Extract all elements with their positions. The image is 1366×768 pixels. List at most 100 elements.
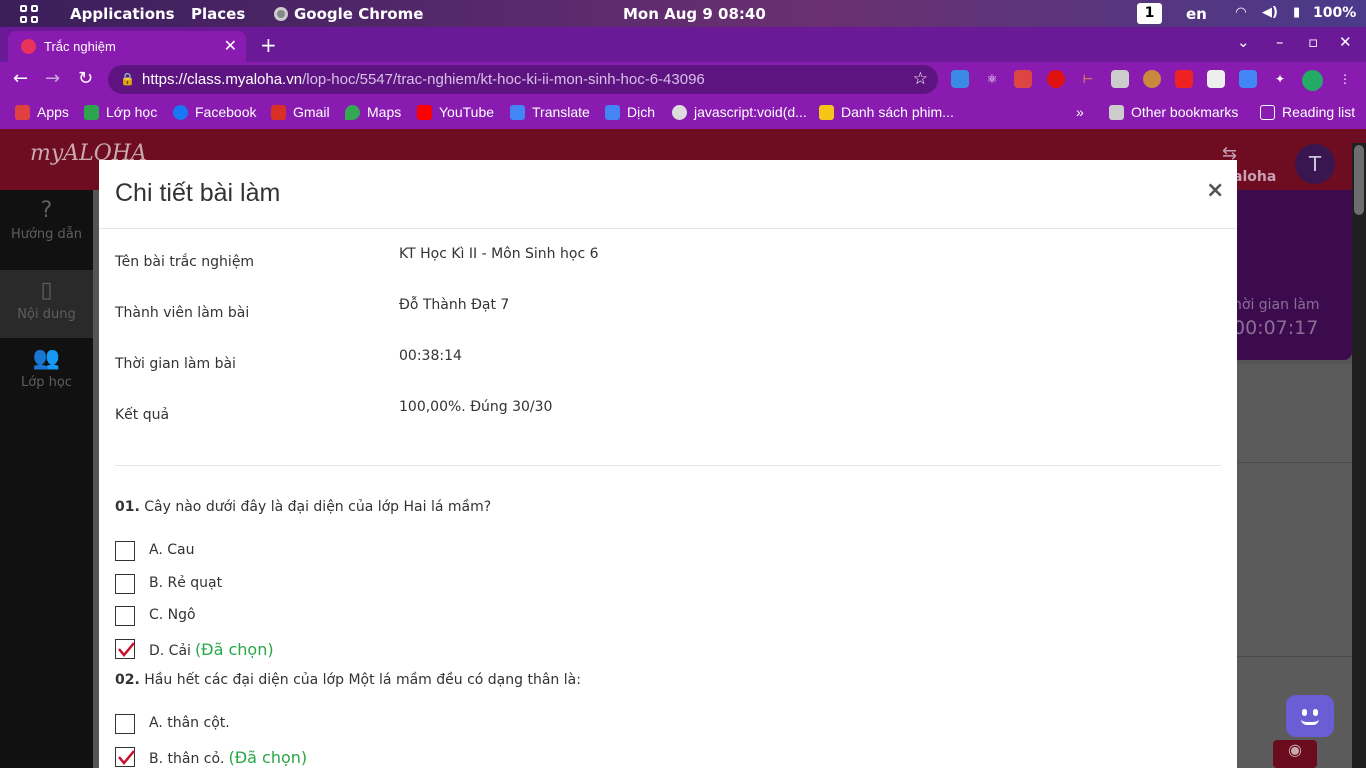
close-icon[interactable]: × (1206, 178, 1224, 203)
question-number: 02. (115, 672, 140, 688)
checkbox-checked[interactable] (115, 747, 135, 767)
bookmarks-overflow-icon[interactable]: » (1076, 104, 1084, 120)
maximize-button[interactable]: ▫ (1308, 33, 1318, 51)
bookmark-youtube[interactable]: YouTube (417, 104, 494, 120)
extension-1-icon[interactable] (951, 70, 969, 88)
battery-icon[interactable]: ▮ (1293, 5, 1300, 20)
extension-5-icon[interactable]: ⊢ (1079, 70, 1097, 88)
question-text: Cây nào dưới đây là đại diện của lớp Hai… (144, 499, 492, 515)
question-number: 01. (115, 499, 140, 515)
bookmark-star-icon[interactable]: ☆ (913, 69, 928, 89)
reading-list[interactable]: Reading list (1260, 104, 1355, 120)
checkbox[interactable] (115, 574, 135, 594)
extension-8-icon[interactable] (1175, 70, 1193, 88)
wifi-icon[interactable]: ◠ (1236, 5, 1246, 20)
minimize-button[interactable]: – (1276, 33, 1284, 51)
bookmark-gmail[interactable]: Gmail (271, 104, 330, 120)
bookmark-label: Danh sách phim... (841, 104, 954, 120)
other-bookmarks-label: Other bookmarks (1131, 104, 1239, 120)
address-bar[interactable]: 🔒 https://class.myaloha.vn/lop-hoc/5547/… (108, 65, 938, 94)
view-eye-button[interactable]: ◉ (1273, 740, 1317, 768)
bookmark-lop-hoc[interactable]: Lớp học (84, 104, 157, 120)
checkbox[interactable] (115, 606, 135, 626)
bookmark-apps[interactable]: Apps (15, 104, 69, 120)
nav-huong-dan[interactable]: ? Hướng dẫn (0, 190, 93, 258)
modal-header: Chi tiết bài làm × (99, 160, 1237, 229)
checkbox[interactable] (115, 714, 135, 734)
page-scrollbar[interactable] (1352, 143, 1366, 768)
option-text-wrap: B. thân cỏ. (Đã chọn) (149, 748, 307, 767)
tab-search-icon[interactable]: ⌄ (1237, 33, 1250, 51)
scrollbar-thumb[interactable] (1354, 145, 1364, 215)
classroom-icon (84, 105, 99, 120)
translate-icon (510, 105, 525, 120)
info-value-member: Đỗ Thành Đạt 7 (399, 297, 510, 313)
workspace-indicator[interactable]: 1 (1137, 3, 1162, 24)
bookmark-translate[interactable]: Translate (510, 104, 590, 120)
bookmark-label: Dịch (627, 104, 656, 120)
option-text: D. Cải (149, 643, 191, 659)
app-grid-icon[interactable] (20, 5, 38, 23)
bookmark-dich[interactable]: Dịch (605, 104, 655, 120)
tab-title: Trắc nghiệm (44, 39, 116, 54)
chrome-icon (274, 7, 288, 21)
active-app-label: Google Chrome (294, 5, 424, 23)
react-devtools-icon[interactable]: ⚛ (983, 70, 1001, 88)
chrome-menu-icon[interactable]: ⋮ (1336, 70, 1354, 88)
translate-icon (605, 105, 620, 120)
chosen-tag: (Đã chọn) (228, 748, 308, 767)
bot-eye (1313, 709, 1318, 716)
option-text: C. Ngô (149, 607, 196, 623)
extension-9-icon[interactable] (1207, 70, 1225, 88)
other-bookmarks[interactable]: Other bookmarks (1109, 104, 1238, 120)
volume-icon[interactable]: ◀) (1262, 5, 1278, 20)
forward-button[interactable]: → (45, 68, 60, 89)
info-value-duration: 00:38:14 (399, 348, 462, 364)
extension-3-icon[interactable] (1014, 70, 1032, 88)
bookmark-javascript[interactable]: javascript:void(d... (672, 104, 807, 120)
option-text: B. thân cỏ. (149, 751, 225, 767)
nav-label: Lớp học (21, 375, 72, 390)
translate-extension-icon[interactable] (1239, 70, 1257, 88)
bookmarks-bar: Apps Lớp học Facebook Gmail Maps YouTube… (0, 96, 1366, 129)
back-button[interactable]: ← (13, 68, 28, 89)
bookmark-danh-sach-phim[interactable]: Danh sách phim... (819, 104, 954, 120)
globe-icon (672, 105, 687, 120)
nav-lop-hoc[interactable]: 👥 Lớp học (0, 338, 93, 406)
nav-noi-dung[interactable]: ▯ Nội dung (0, 270, 93, 338)
lock-icon[interactable]: 🔒 (120, 72, 135, 86)
option-text-wrap: D. Cải (Đã chọn) (149, 640, 274, 659)
bookmark-maps[interactable]: Maps (345, 104, 401, 120)
info-value-result: 100,00%. Đúng 30/30 (399, 399, 553, 415)
close-window-button[interactable]: ✕ (1339, 33, 1352, 51)
new-tab-button[interactable]: + (260, 33, 277, 57)
applications-menu[interactable]: Applications (70, 5, 175, 23)
option-text: A. thân cột. (149, 715, 230, 731)
bookmark-facebook[interactable]: Facebook (173, 104, 256, 120)
aloha-label: aloha (1233, 169, 1277, 185)
url-domain: https://class.myaloha.vn (142, 71, 303, 88)
cookie-extension-icon[interactable] (1143, 70, 1161, 88)
extension-4-icon[interactable] (1047, 70, 1065, 88)
user-avatar[interactable]: T (1295, 144, 1335, 184)
reload-button[interactable]: ↻ (78, 68, 93, 89)
timer-label: hời gian làm (1233, 297, 1320, 313)
reading-list-icon (1260, 105, 1275, 120)
clock[interactable]: Mon Aug 9 08:40 (623, 5, 766, 23)
checkbox-checked[interactable] (115, 639, 135, 659)
close-tab-icon[interactable]: ✕ (224, 36, 237, 55)
info-label-duration: Thời gian làm bài (115, 356, 236, 372)
facebook-icon (173, 105, 188, 120)
camera-extension-icon[interactable] (1111, 70, 1129, 88)
extensions-puzzle-icon[interactable]: ✦ (1271, 70, 1289, 88)
chatbot-button[interactable] (1286, 695, 1334, 737)
language-indicator[interactable]: en (1186, 5, 1207, 23)
tab-trac-nghiem[interactable]: Trắc nghiệm ✕ (8, 31, 246, 62)
url-path: /lop-hoc/5547/trac-nghiem/kt-hoc-ki-ii-m… (302, 71, 705, 88)
profile-avatar[interactable] (1302, 70, 1323, 91)
active-app-menu[interactable]: Google Chrome (274, 5, 423, 23)
checkbox[interactable] (115, 541, 135, 561)
info-label-quiz-name: Tên bài trắc nghiệm (115, 254, 255, 270)
youtube-icon (417, 105, 432, 120)
places-menu[interactable]: Places (191, 5, 245, 23)
